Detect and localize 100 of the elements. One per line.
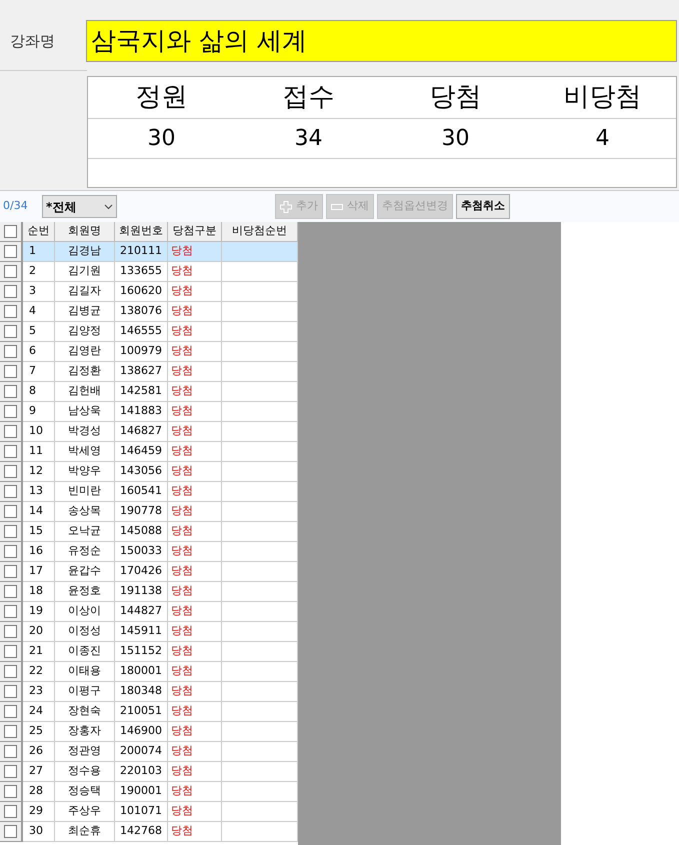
- column-header[interactable]: 회원명: [55, 222, 115, 242]
- row-checkbox[interactable]: [4, 425, 17, 438]
- table-cell-text: 25: [29, 723, 43, 740]
- table-cell-text: 윤갑수: [68, 563, 101, 580]
- table-row[interactable]: 18 윤정호 191138 당첨: [0, 582, 298, 602]
- table-cell-text: 20: [29, 623, 43, 640]
- table-row[interactable]: 29 주상우 101071 당첨: [0, 802, 298, 822]
- course-title-field[interactable]: 삼국지와 삶의 세계: [86, 20, 677, 62]
- table-cell-text: 당첨: [171, 263, 193, 280]
- stat-value: 34: [294, 125, 324, 153]
- table-row[interactable]: 3 김길자 160620 당첨: [0, 282, 298, 302]
- row-checkbox[interactable]: [4, 365, 17, 378]
- table-cell-text: 138076: [120, 303, 162, 320]
- table-row[interactable]: 20 이정성 145911 당첨: [0, 622, 298, 642]
- table-cell-text: 23: [29, 683, 43, 700]
- table-row[interactable]: 22 이태용 180001 당첨: [0, 662, 298, 682]
- row-checkbox[interactable]: [4, 805, 17, 818]
- row-checkbox[interactable]: [4, 265, 17, 278]
- table-row[interactable]: 6 김영란 100979 당첨: [0, 342, 298, 362]
- table-cell-text: 145088: [120, 523, 162, 540]
- filter-dropdown[interactable]: *전체: [42, 195, 117, 218]
- table-cell-text: 당첨: [171, 723, 193, 740]
- table-row[interactable]: 17 윤갑수 170426 당첨: [0, 562, 298, 582]
- table-row[interactable]: 25 장홍자 146900 당첨: [0, 722, 298, 742]
- table-cell-text: 당첨: [171, 563, 193, 580]
- table-row[interactable]: 16 유정순 150033 당첨: [0, 542, 298, 562]
- table-row[interactable]: 24 장현숙 210051 당첨: [0, 702, 298, 722]
- table-cell-text: 151152: [120, 643, 162, 660]
- row-checkbox[interactable]: [4, 645, 17, 658]
- table-row[interactable]: 7 김정환 138627 당첨: [0, 362, 298, 382]
- table-row[interactable]: 26 정관영 200074 당첨: [0, 742, 298, 762]
- table-cell-text: 210051: [120, 703, 162, 720]
- table-cell-text: 당첨: [171, 383, 193, 400]
- row-checkbox[interactable]: [4, 345, 17, 358]
- row-checkbox[interactable]: [4, 605, 17, 618]
- table-row[interactable]: 30 최순휴 142768 당첨: [0, 822, 298, 842]
- table-row[interactable]: 5 김양정 146555 당첨: [0, 322, 298, 342]
- row-checkbox[interactable]: [4, 785, 17, 798]
- row-checkbox[interactable]: [4, 405, 17, 418]
- row-checkbox[interactable]: [4, 465, 17, 478]
- column-header[interactable]: 당첨구분: [168, 222, 222, 242]
- table-row[interactable]: 9 남상욱 141883 당첨: [0, 402, 298, 422]
- table-cell-text: 17: [29, 563, 43, 580]
- row-checkbox[interactable]: [4, 525, 17, 538]
- column-header[interactable]: 순번: [23, 222, 55, 242]
- stat-header: 당첨: [428, 81, 482, 114]
- table-row[interactable]: 10 박경성 146827 당첨: [0, 422, 298, 442]
- row-checkbox[interactable]: [4, 745, 17, 758]
- table-row[interactable]: 19 이상이 144827 당첨: [0, 602, 298, 622]
- column-header[interactable]: 비당첨순번: [222, 222, 298, 242]
- table-cell-text: 210111: [120, 243, 162, 260]
- table-cell-text: 6: [29, 343, 36, 360]
- table-cell-text: 윤정호: [68, 583, 101, 600]
- table-row[interactable]: 28 정승택 190001 당첨: [0, 782, 298, 802]
- row-checkbox[interactable]: [4, 665, 17, 678]
- table-cell-text: 당첨: [171, 243, 193, 260]
- row-checkbox[interactable]: [4, 505, 17, 518]
- row-checkbox[interactable]: [4, 725, 17, 738]
- row-checkbox[interactable]: [4, 445, 17, 458]
- row-checkbox[interactable]: [4, 685, 17, 698]
- row-checkbox[interactable]: [4, 245, 17, 258]
- row-checkbox[interactable]: [4, 625, 17, 638]
- table-cell-text: 당첨: [171, 823, 193, 840]
- row-checkbox[interactable]: [4, 545, 17, 558]
- row-checkbox[interactable]: [4, 485, 17, 498]
- table-cell-text: 김기원: [68, 263, 101, 280]
- table-cell-text: 15: [29, 523, 43, 540]
- row-checkbox[interactable]: [4, 825, 17, 838]
- course-label: 강좌명: [9, 30, 56, 52]
- column-header[interactable]: 회원번호: [115, 222, 168, 242]
- table-cell-text: 13: [29, 483, 43, 500]
- table-row[interactable]: 1 김경남 210111 당첨: [0, 242, 298, 262]
- table-row[interactable]: 11 박세영 146459 당첨: [0, 442, 298, 462]
- table-cell-text: 장홍자: [68, 723, 101, 740]
- table-row[interactable]: 4 김병균 138076 당첨: [0, 302, 298, 322]
- table-row[interactable]: 15 오낙균 145088 당첨: [0, 522, 298, 542]
- table-cell-text: 26: [29, 743, 43, 760]
- table-row[interactable]: 21 이종진 151152 당첨: [0, 642, 298, 662]
- table-row[interactable]: 23 이평구 180348 당첨: [0, 682, 298, 702]
- table-row[interactable]: 14 송상목 190778 당첨: [0, 502, 298, 522]
- row-checkbox[interactable]: [4, 765, 17, 778]
- table-row[interactable]: 8 김헌배 142581 당첨: [0, 382, 298, 402]
- row-checkbox[interactable]: [4, 585, 17, 598]
- toolbar-button[interactable]: 추첨취소: [456, 194, 510, 219]
- row-checkbox[interactable]: [4, 225, 17, 238]
- table-cell-text: 당첨: [171, 543, 193, 560]
- row-checkbox[interactable]: [4, 385, 17, 398]
- table-row[interactable]: 12 박양우 143056 당첨: [0, 462, 298, 482]
- table-row[interactable]: 13 빈미란 160541 당첨: [0, 482, 298, 502]
- row-checkbox[interactable]: [4, 305, 17, 318]
- table-cell-text: 당첨: [171, 623, 193, 640]
- table-row[interactable]: 2 김기원 133655 당첨: [0, 262, 298, 282]
- row-checkbox[interactable]: [4, 285, 17, 298]
- table-cell-text: 당첨: [171, 703, 193, 720]
- row-checkbox[interactable]: [4, 325, 17, 338]
- table-cell-text: 8: [29, 383, 36, 400]
- table-row[interactable]: 27 정수용 220103 당첨: [0, 762, 298, 782]
- table-cell-text: 12: [29, 463, 43, 480]
- row-checkbox[interactable]: [4, 705, 17, 718]
- row-checkbox[interactable]: [4, 565, 17, 578]
